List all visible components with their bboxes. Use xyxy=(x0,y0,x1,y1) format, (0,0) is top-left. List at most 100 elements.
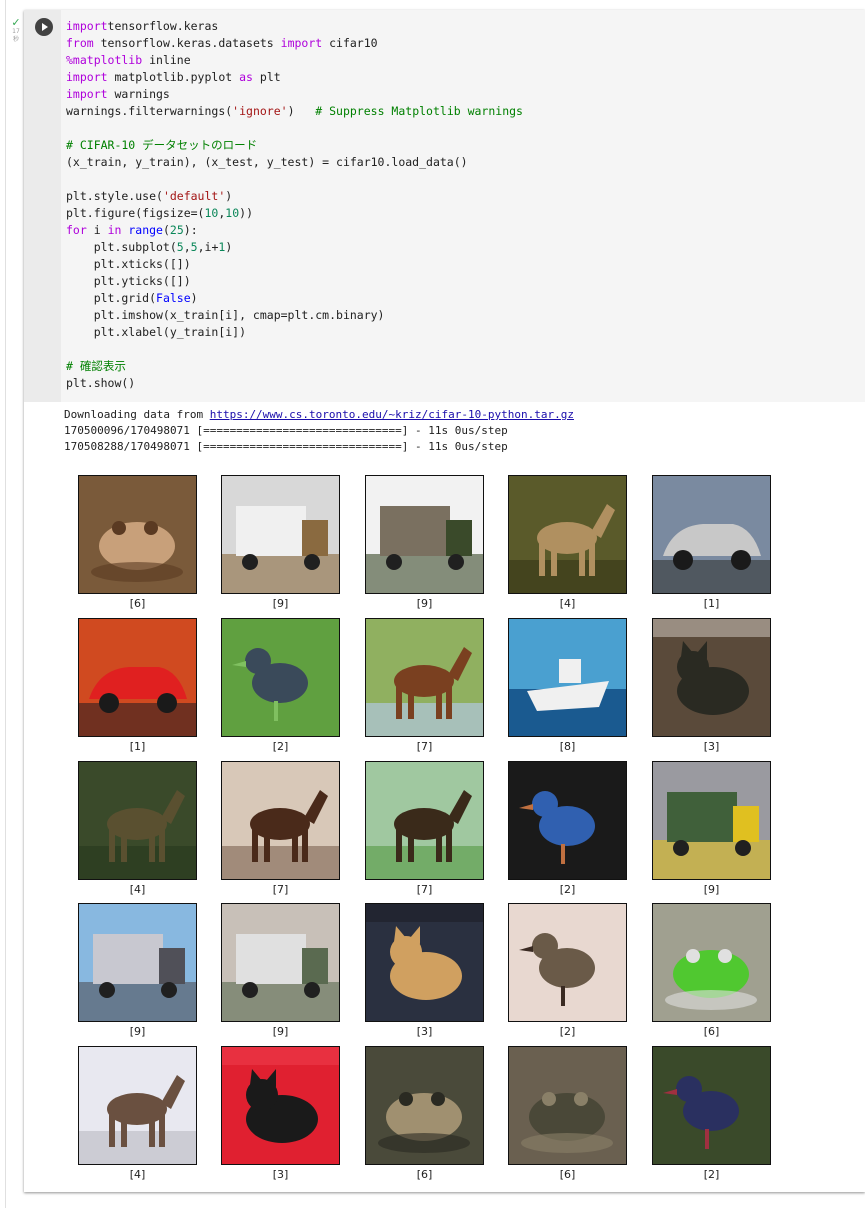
image-tile-truck xyxy=(78,903,197,1022)
code-line: import warnings xyxy=(66,86,865,103)
frog-image xyxy=(653,904,770,1021)
code-token: plt.yticks([]) xyxy=(66,274,191,288)
code-token: ,i+ xyxy=(197,240,219,254)
code-token: # 確認表示 xyxy=(66,359,126,373)
code-token: # CIFAR-10 データセットのロード xyxy=(66,138,258,152)
deer-image xyxy=(509,476,626,593)
image-label: [9] xyxy=(272,597,289,610)
image-label: [2] xyxy=(559,883,576,896)
code-token: tensorflow.keras xyxy=(107,19,219,33)
code-token: ) xyxy=(190,291,198,305)
code-token: import xyxy=(66,19,108,33)
code-token: warnings.filterwarnings( xyxy=(66,104,233,118)
cell-output: Downloading data from https://www.cs.tor… xyxy=(64,407,854,1181)
run-cell-button[interactable] xyxy=(35,18,53,36)
download-line: Downloading data from https://www.cs.tor… xyxy=(64,407,854,423)
image-label: [6] xyxy=(559,1168,576,1181)
progress-line: 170508288/170498071 [===================… xyxy=(64,440,508,453)
code-token: plt.xticks([]) xyxy=(66,257,191,271)
frog-image xyxy=(79,476,196,593)
code-token: 'ignore' xyxy=(232,104,288,118)
image-tile-deer xyxy=(78,1046,197,1165)
image-label: [2] xyxy=(703,1168,720,1181)
ship-image xyxy=(509,619,626,736)
truck-image xyxy=(79,904,196,1021)
image-label: [9] xyxy=(272,1025,289,1038)
code-line: plt.style.use('default') xyxy=(66,188,865,205)
deer-image xyxy=(79,762,196,879)
deer-image xyxy=(79,1047,196,1164)
image-label: [2] xyxy=(272,740,289,753)
image-label: [1] xyxy=(129,740,146,753)
code-line: # CIFAR-10 データセットのロード xyxy=(66,137,865,154)
code-token: range xyxy=(128,223,163,237)
image-tile-ship xyxy=(508,618,627,737)
image-tile-truck xyxy=(365,475,484,594)
image-tile-bird xyxy=(652,1046,771,1165)
code-line: plt.imshow(x_train[i], cmap=plt.cm.binar… xyxy=(66,307,865,324)
frog-image xyxy=(366,1047,483,1164)
code-token: , xyxy=(183,240,191,254)
image-label: [8] xyxy=(559,740,576,753)
automobile-image xyxy=(653,476,770,593)
image-tile-truck xyxy=(221,475,340,594)
code-line: from tensorflow.keras.datasets import ci… xyxy=(66,35,865,52)
image-label: [9] xyxy=(129,1025,146,1038)
image-label: [6] xyxy=(703,1025,720,1038)
image-label: [1] xyxy=(703,597,720,610)
bird-image xyxy=(509,904,626,1021)
cat-image xyxy=(366,904,483,1021)
image-tile-frog xyxy=(652,903,771,1022)
image-label: [9] xyxy=(703,883,720,896)
code-line: for i in range(25): xyxy=(66,222,865,239)
code-editor[interactable]: importtensorflow.keras from tensorflow.ke… xyxy=(61,10,865,402)
code-token: plt.xlabel(y_train[i]) xyxy=(66,325,247,339)
image-tile-frog xyxy=(508,1046,627,1165)
code-token: plt xyxy=(252,70,281,84)
image-tile-automobile xyxy=(652,475,771,594)
image-tile-deer xyxy=(508,475,627,594)
image-label: [3] xyxy=(703,740,720,753)
code-token: tensorflow.keras.datasets xyxy=(93,36,281,50)
horse-image xyxy=(366,619,483,736)
image-tile-horse xyxy=(365,761,484,880)
code-token: matplotlib.pyplot xyxy=(107,70,240,84)
image-tile-cat xyxy=(221,1046,340,1165)
code-line: %matplotlib inline xyxy=(66,52,865,69)
cell-status: ✓ 17 秒 xyxy=(10,16,22,44)
check-icon: ✓ xyxy=(11,16,21,29)
code-token: 5 xyxy=(190,240,198,254)
image-label: [7] xyxy=(416,883,433,896)
code-token: 25 xyxy=(169,223,184,237)
code-token: (x_train, y_train), (x_test, y_test) = c… xyxy=(66,155,468,169)
code-token: as xyxy=(239,70,253,84)
code-token: plt.style.use( xyxy=(66,189,163,203)
image-tile-deer xyxy=(78,761,197,880)
code-token: i xyxy=(86,223,108,237)
code-token: warnings xyxy=(107,87,170,101)
code-token: False xyxy=(156,291,191,305)
image-label: [6] xyxy=(416,1168,433,1181)
image-tile-truck xyxy=(221,903,340,1022)
horse-image xyxy=(222,762,339,879)
download-link[interactable]: https://www.cs.toronto.edu/~kriz/cifar-1… xyxy=(210,408,574,421)
code-token: ( xyxy=(162,223,170,237)
horse-image xyxy=(366,762,483,879)
exec-time-unit: 秒 xyxy=(12,36,19,43)
code-line: plt.subplot(5,5,i+1) xyxy=(66,239,865,256)
code-token: # Suppress Matplotlib warnings xyxy=(315,104,523,118)
cat-image xyxy=(653,619,770,736)
code-token: plt.imshow(x_train[i], cmap=plt.cm.binar… xyxy=(66,308,385,322)
image-label: [4] xyxy=(129,1168,146,1181)
code-token: plt.figure(figsize=( xyxy=(66,206,205,220)
image-tile-bird xyxy=(508,903,627,1022)
image-tile-bird xyxy=(508,761,627,880)
code-token: from xyxy=(66,36,94,50)
image-label: [6] xyxy=(129,597,146,610)
code-token: 10 xyxy=(225,206,240,220)
code-line: warnings.filterwarnings('ignore') # Supp… xyxy=(66,103,865,120)
frog-image xyxy=(509,1047,626,1164)
image-tile-frog xyxy=(365,1046,484,1165)
